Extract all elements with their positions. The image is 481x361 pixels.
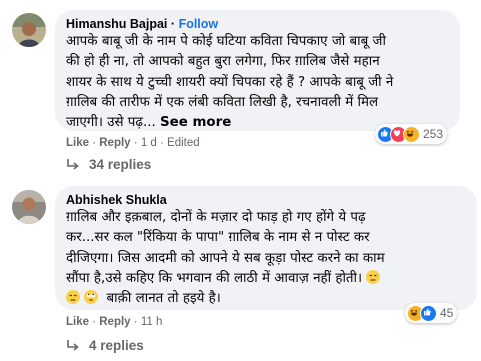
comment-line: कर...सर कल "रिंकिया के पापा" ग़ालिब के न… [66, 230, 370, 246]
unamused-face-icon [366, 269, 381, 284]
comment-author: Himanshu Bajpai · Follow [66, 17, 218, 31]
replies-count-label: 4 replies [89, 338, 144, 353]
author-name[interactable]: Himanshu Bajpai [66, 17, 167, 31]
comment-last-line-text: बाक़ी लानत तो हइये है। [106, 291, 221, 307]
comment-line: आपके बाबू जी के नाम पे कोई घटिया कविता च… [66, 34, 386, 49]
haha-reaction-icon [403, 125, 420, 143]
reaction-summary[interactable]: 45 [405, 303, 458, 323]
see-more-link[interactable]: See more [160, 115, 231, 130]
reply-button[interactable]: Reply [99, 137, 130, 149]
comment-actions: Like · Reply · 11 h [66, 316, 163, 328]
unamused-face-icon [66, 290, 80, 305]
view-replies-button[interactable]: 34 replies [66, 157, 151, 172]
reply-button[interactable]: Reply [99, 316, 130, 328]
comment-line: की हो ही ना, तो आपको बहुत बुरा लगेगा, फि… [66, 54, 380, 70]
reaction-count: 253 [423, 127, 444, 141]
reaction-count: 45 [440, 306, 454, 320]
edited-label: Edited [167, 137, 200, 149]
like-reaction-icon [420, 304, 437, 322]
rolling-eyes-face-icon [84, 290, 99, 305]
separator-dot: · [170, 17, 176, 31]
comment-timestamp[interactable]: 1 d [141, 137, 157, 149]
avatar[interactable] [12, 190, 46, 224]
comment-line: ग़ालिब की तारीफ में एक लंबी कविता लिखी ह… [66, 94, 379, 110]
comment-timestamp[interactable]: 11 h [141, 316, 163, 328]
comment-author[interactable]: Abhishek Shukla [66, 193, 167, 207]
replies-count-label: 34 replies [89, 157, 152, 172]
comment-line: शायर के साथ ये टुच्ची शायरी क्यों चिपका … [66, 74, 394, 90]
follow-button[interactable]: Follow [179, 17, 219, 31]
reply-arrow-icon [67, 159, 79, 170]
like-button[interactable]: Like [66, 316, 89, 328]
like-button[interactable]: Like [66, 137, 89, 149]
comment-line: सौंपा है,उसे कहिए कि भगवान की लाठी में आ… [66, 269, 476, 289]
comment-line: दीजिएगा। जिस आदमी को आपने ये सब कूड़ा पो… [66, 250, 385, 266]
reaction-summary[interactable]: 253 [375, 124, 448, 144]
comment-text: ग़ालिब और इक़बाल, दोनों के मज़ार दो फाड़… [66, 208, 476, 309]
comment-line: ग़ालिब और इक़बाल, दोनों के मज़ार दो फाड़… [66, 210, 366, 225]
avatar[interactable] [12, 13, 46, 47]
comment-text: आपके बाबू जी के नाम पे कोई घटिया कविता च… [66, 32, 460, 133]
reply-arrow-icon [67, 340, 79, 351]
comment-actions: Like · Reply · 1 d · Edited [66, 137, 200, 149]
view-replies-button[interactable]: 4 replies [66, 338, 144, 353]
